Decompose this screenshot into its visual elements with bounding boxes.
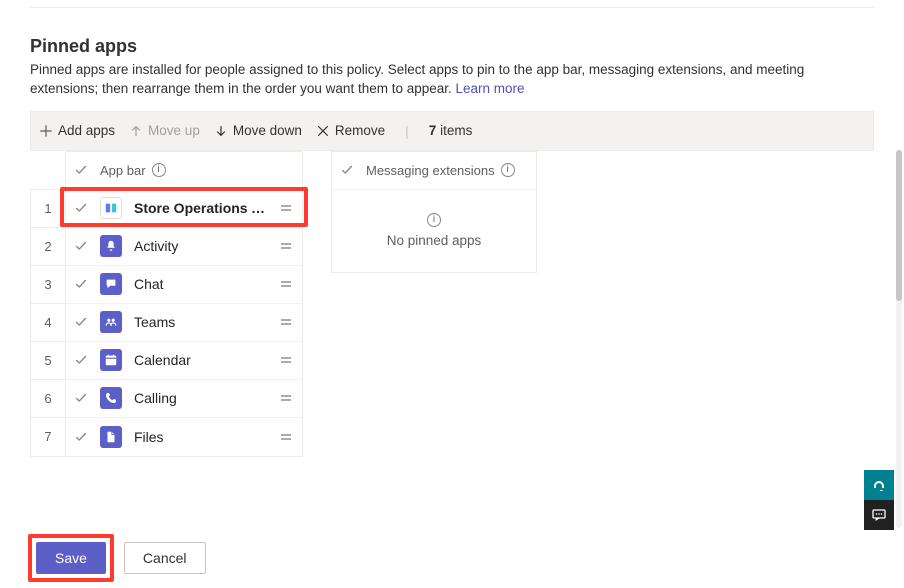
row-checkbox[interactable] [74, 430, 88, 444]
bell-icon [100, 235, 122, 257]
drag-handle-icon[interactable] [278, 390, 294, 406]
calendar-icon [100, 349, 122, 371]
cancel-button[interactable]: Cancel [124, 542, 206, 574]
table-row[interactable]: Files [66, 418, 302, 456]
drag-handle[interactable] [278, 352, 294, 368]
scrollbar[interactable] [896, 150, 902, 528]
help-buttons [864, 470, 894, 530]
move-up-button[interactable]: Move up [129, 121, 200, 140]
chat-icon [100, 273, 122, 295]
table-row[interactable]: Store Operations Assist T… [66, 190, 302, 228]
headset-help-button[interactable] [864, 470, 894, 500]
drag-handle[interactable] [278, 238, 294, 254]
add-apps-button[interactable]: Add apps [39, 121, 115, 140]
move-down-label: Move down [233, 123, 302, 138]
drag-handle-icon[interactable] [278, 200, 294, 216]
section-description: Pinned apps are installed for people ass… [30, 61, 874, 99]
toolbar-separator: | [399, 123, 415, 139]
row-checkbox[interactable] [74, 353, 88, 367]
table-row[interactable]: Teams [66, 304, 302, 342]
plus-icon [39, 124, 53, 138]
table-row[interactable]: Chat [66, 266, 302, 304]
row-number: 2 [31, 228, 65, 266]
info-icon[interactable]: i [152, 163, 166, 177]
item-count-label: items [436, 123, 472, 138]
row-checkbox[interactable] [74, 277, 88, 291]
drag-handle-icon[interactable] [278, 314, 294, 330]
row-number: 3 [31, 266, 65, 304]
close-icon [316, 124, 330, 138]
row-checkbox[interactable] [74, 201, 88, 215]
move-down-button[interactable]: Move down [214, 121, 302, 140]
arrow-down-icon [214, 124, 228, 138]
row-number: 6 [31, 380, 65, 418]
drag-handle[interactable] [278, 429, 294, 445]
section-title: Pinned apps [30, 36, 874, 57]
store-icon [100, 197, 122, 219]
row-label: Teams [134, 314, 266, 330]
row-label: Calendar [134, 352, 266, 368]
row-label: Activity [134, 238, 266, 254]
row-checkbox[interactable] [74, 315, 88, 329]
add-apps-label: Add apps [58, 123, 115, 138]
phone-icon [100, 387, 122, 409]
select-all-checkbox[interactable] [340, 163, 354, 177]
select-all-checkbox[interactable] [74, 163, 88, 177]
row-label: Store Operations Assist T… [134, 200, 266, 216]
drag-handle[interactable] [278, 314, 294, 330]
row-number: 5 [31, 342, 65, 380]
row-number: 7 [31, 418, 65, 456]
move-up-label: Move up [148, 123, 200, 138]
toolbar: Add apps Move up Move down Remove | 7 it… [30, 111, 874, 151]
drag-handle[interactable] [278, 390, 294, 406]
teams-icon [100, 311, 122, 333]
messaging-header: Messaging extensions i [332, 152, 536, 190]
info-icon[interactable]: i [501, 163, 515, 177]
info-icon: i [427, 213, 441, 227]
table-row[interactable]: Calendar [66, 342, 302, 380]
row-label: Files [134, 429, 266, 445]
arrow-up-icon [129, 124, 143, 138]
row-label: Calling [134, 390, 266, 406]
learn-more-link[interactable]: Learn more [456, 81, 525, 96]
drag-handle-icon[interactable] [278, 276, 294, 292]
row-number-gutter: 1234567 [30, 189, 65, 457]
item-count: 7 items [429, 123, 473, 138]
row-checkbox[interactable] [74, 391, 88, 405]
app-bar-card: App bar i Store Operations Assist T… Acti… [65, 151, 303, 457]
footer: Save Cancel [0, 542, 904, 574]
messaging-column-label: Messaging extensions [366, 163, 495, 178]
feedback-button[interactable] [864, 500, 894, 530]
app-bar-column-label: App bar [100, 163, 146, 178]
section-description-text: Pinned apps are installed for people ass… [30, 62, 804, 96]
remove-button[interactable]: Remove [316, 121, 385, 140]
drag-handle-icon[interactable] [278, 429, 294, 445]
app-bar-rows: Store Operations Assist T… Activity Chat Te… [66, 190, 302, 456]
messaging-empty-state: i No pinned apps [332, 190, 536, 272]
row-number: 4 [31, 304, 65, 342]
drag-handle-icon[interactable] [278, 238, 294, 254]
drag-handle-icon[interactable] [278, 352, 294, 368]
row-checkbox[interactable] [74, 239, 88, 253]
app-bar-header: App bar i [66, 152, 302, 190]
save-button[interactable]: Save [36, 542, 106, 574]
table-row[interactable]: Calling [66, 380, 302, 418]
row-label: Chat [134, 276, 266, 292]
messaging-empty-text: No pinned apps [387, 233, 482, 248]
pinned-lists: 1234567 App bar i Store Operations Assis… [30, 151, 874, 457]
remove-label: Remove [335, 123, 385, 138]
table-row[interactable]: Activity [66, 228, 302, 266]
scrollbar-thumb[interactable] [896, 150, 902, 301]
drag-handle[interactable] [278, 200, 294, 216]
drag-handle[interactable] [278, 276, 294, 292]
file-icon [100, 426, 122, 448]
messaging-extensions-card: Messaging extensions i i No pinned apps [331, 151, 537, 273]
row-number: 1 [31, 190, 65, 228]
